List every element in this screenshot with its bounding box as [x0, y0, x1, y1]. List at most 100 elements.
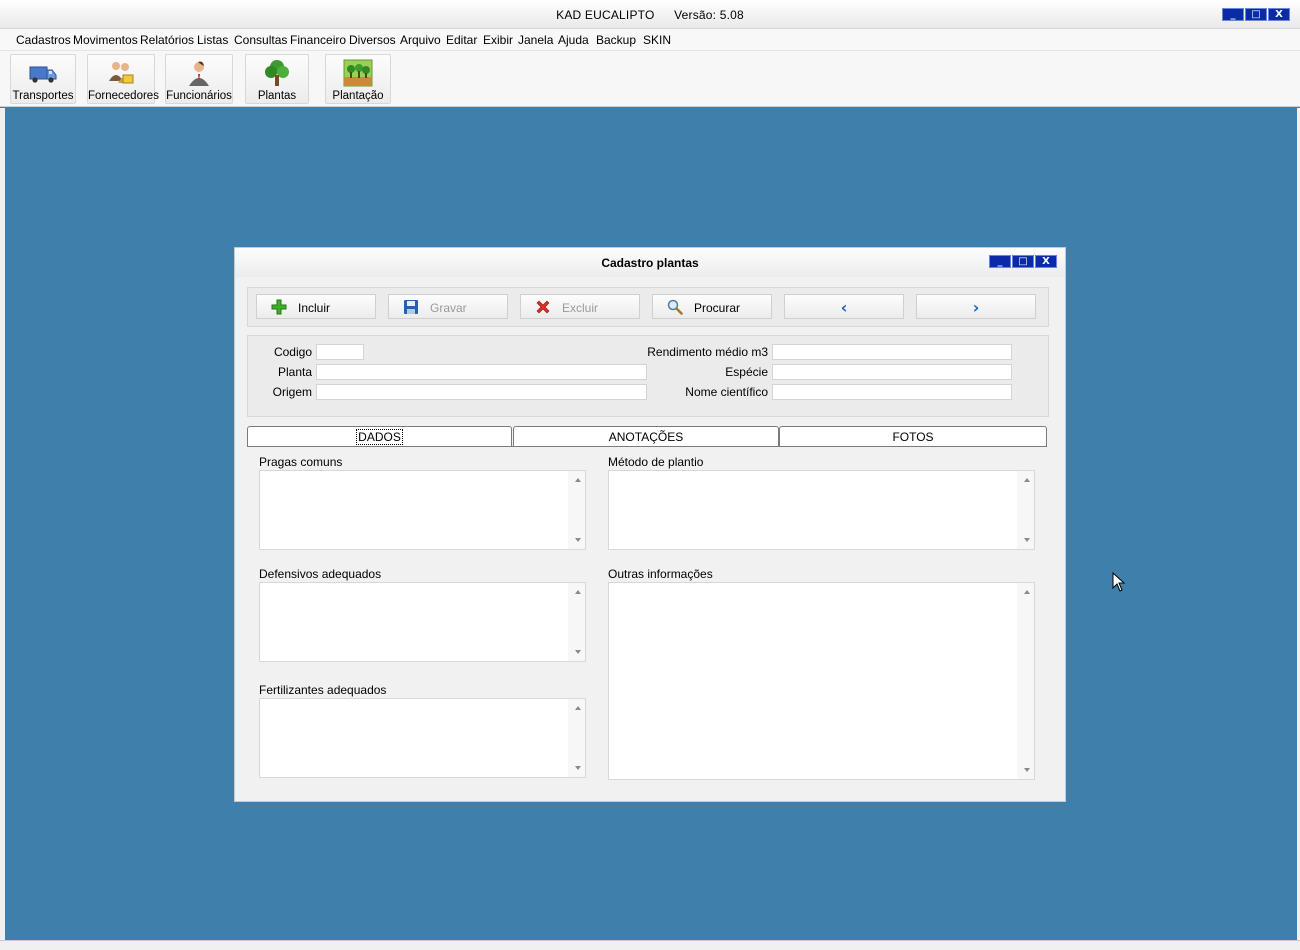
toolbar-transportes-button[interactable]: Transportes: [10, 54, 76, 104]
plantation-icon: [343, 59, 373, 87]
toolbar-plantas-button[interactable]: Plantas: [245, 54, 309, 104]
excluir-label: Excluir: [562, 301, 599, 315]
scroll-down-icon[interactable]: [575, 650, 581, 654]
child-window-title: Cadastro plantas: [601, 256, 699, 270]
toolbar-fornecedores-button[interactable]: Fornecedores: [87, 54, 159, 104]
menu-cadastros[interactable]: Cadastros: [16, 33, 71, 47]
menu-relatorios[interactable]: Relatórios: [140, 33, 194, 47]
cadastro-plantas-window: Cadastro plantas _ □ X Incluir Gravar Ex…: [234, 247, 1066, 802]
fertilizantes-textarea[interactable]: [259, 698, 586, 778]
mdi-left-border: [0, 108, 5, 943]
especie-label: Espécie: [725, 365, 768, 379]
defensivos-textarea[interactable]: [259, 582, 586, 662]
app-name: KAD EUCALIPTO: [556, 8, 655, 22]
gravar-button[interactable]: Gravar: [388, 294, 508, 319]
menu-exibir[interactable]: Exibir: [483, 33, 513, 47]
codigo-field[interactable]: [316, 344, 364, 360]
next-record-button[interactable]: ›: [916, 294, 1036, 319]
toolbar-plantacao-label: Plantação: [332, 90, 384, 102]
codigo-label: Codigo: [273, 345, 312, 359]
excluir-button[interactable]: Excluir: [520, 294, 640, 319]
minimize-button[interactable]: _: [1222, 8, 1244, 21]
tab-anotacoes-label: ANOTAÇÕES: [608, 430, 684, 444]
child-maximize-button[interactable]: □: [1012, 255, 1034, 268]
menu-backup[interactable]: Backup: [596, 33, 636, 47]
record-action-bar: Incluir Gravar Excluir Procurar ‹ ›: [247, 287, 1049, 327]
toolbar-funcionarios-button[interactable]: Funcionários: [165, 54, 233, 104]
scroll-up-icon[interactable]: [1024, 478, 1030, 482]
menu-movimentos[interactable]: Movimentos: [73, 33, 138, 47]
outras-scrollbar[interactable]: [1017, 583, 1034, 779]
menu-arquivo[interactable]: Arquivo: [400, 33, 441, 47]
tab-dados-label: DADOS: [356, 429, 403, 445]
pragas-scrollbar[interactable]: [568, 471, 585, 549]
defensivos-scrollbar[interactable]: [568, 583, 585, 661]
tab-strip-baseline: [247, 446, 1047, 447]
tab-fotos-label: FOTOS: [892, 430, 934, 444]
scroll-down-icon[interactable]: [1024, 538, 1030, 542]
scroll-down-icon[interactable]: [575, 766, 581, 770]
suppliers-icon: [109, 62, 134, 84]
metodo-scrollbar[interactable]: [1017, 471, 1034, 549]
close-button[interactable]: X: [1268, 8, 1290, 21]
toolbar-plantacao-button[interactable]: Plantação: [325, 54, 391, 104]
plant-fields-panel: Codigo Planta Origem Rendimento médio m3…: [247, 335, 1049, 417]
scroll-up-icon[interactable]: [575, 478, 581, 482]
metodo-textarea[interactable]: [608, 470, 1035, 550]
maximize-button[interactable]: □: [1245, 8, 1267, 21]
outras-textarea[interactable]: [608, 582, 1035, 780]
rendimento-field[interactable]: [772, 344, 1012, 360]
app-title: KAD EUCALIPTO Versão: 5.08: [0, 8, 1300, 22]
menu-ajuda[interactable]: Ajuda: [558, 33, 589, 47]
especie-field[interactable]: [772, 364, 1012, 380]
menu-editar[interactable]: Editar: [446, 33, 477, 47]
x-delete-icon: [536, 300, 550, 314]
arrow-right-icon: ›: [972, 298, 980, 317]
child-minimize-button[interactable]: _: [989, 255, 1011, 268]
magnifier-icon: [667, 299, 683, 315]
previous-record-button[interactable]: ‹: [784, 294, 904, 319]
planta-field[interactable]: [316, 364, 647, 380]
scroll-up-icon[interactable]: [1024, 590, 1030, 594]
menu-janela[interactable]: Janela: [518, 33, 553, 47]
fertilizantes-label: Fertilizantes adequados: [259, 683, 387, 697]
nome-cientifico-field[interactable]: [772, 384, 1012, 400]
incluir-label: Incluir: [298, 301, 331, 315]
tab-dados[interactable]: DADOS: [247, 426, 512, 446]
menubar: Cadastros Movimentos Relatórios Listas C…: [0, 29, 1300, 50]
main-toolbar: Transportes Fornecedores Funcionários Pl…: [0, 50, 1300, 107]
scroll-up-icon[interactable]: [575, 706, 581, 710]
menu-financeiro[interactable]: Financeiro: [290, 33, 346, 47]
scroll-down-icon[interactable]: [575, 538, 581, 542]
menu-listas[interactable]: Listas: [197, 33, 228, 47]
tab-fotos[interactable]: FOTOS: [779, 426, 1047, 446]
menu-skin[interactable]: SKIN: [643, 33, 671, 47]
child-titlebar[interactable]: Cadastro plantas _ □ X: [235, 248, 1065, 277]
pragas-textarea[interactable]: [259, 470, 586, 550]
menu-consultas[interactable]: Consultas: [234, 33, 287, 47]
child-window-controls: _ □ X: [989, 255, 1057, 268]
toolbar-funcionarios-label: Funcionários: [166, 90, 232, 102]
tab-anotacoes[interactable]: ANOTAÇÕES: [513, 426, 779, 446]
metodo-label: Método de plantio: [608, 455, 704, 469]
mouse-pointer-icon: [1112, 572, 1126, 592]
incluir-button[interactable]: Incluir: [256, 294, 376, 319]
child-close-button[interactable]: X: [1035, 255, 1057, 268]
scroll-down-icon[interactable]: [1024, 768, 1030, 772]
arrow-left-icon: ‹: [840, 298, 848, 317]
menu-diversos[interactable]: Diversos: [349, 33, 396, 47]
procurar-button[interactable]: Procurar: [652, 294, 772, 319]
planta-label: Planta: [277, 365, 312, 379]
pragas-label: Pragas comuns: [259, 455, 343, 469]
plus-icon: [271, 299, 287, 315]
truck-icon: [29, 66, 57, 83]
status-strip: [0, 940, 1300, 950]
gravar-label: Gravar: [430, 301, 467, 315]
employee-icon: [189, 61, 209, 86]
fertilizantes-scrollbar[interactable]: [568, 699, 585, 777]
procurar-label: Procurar: [694, 301, 741, 315]
origem-label: Origem: [272, 385, 312, 399]
tree-icon: [265, 60, 289, 86]
origem-field[interactable]: [316, 384, 647, 400]
scroll-up-icon[interactable]: [575, 590, 581, 594]
